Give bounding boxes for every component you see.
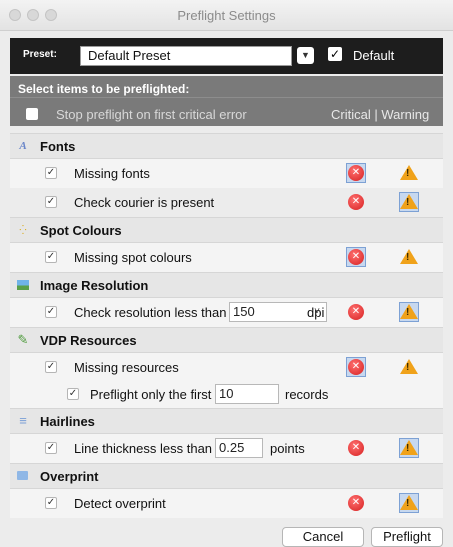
- list-item: ✓ Missing spot colours ✕ !: [10, 243, 443, 272]
- records-unit: records: [285, 387, 329, 402]
- first-records-checkbox[interactable]: ✓: [67, 388, 79, 400]
- records-input[interactable]: 10: [215, 384, 279, 404]
- points-unit: points: [270, 441, 305, 456]
- critical-warning-label: Critical | Warning: [331, 107, 430, 122]
- warning-button[interactable]: !: [399, 493, 419, 513]
- error-icon: ✕: [348, 440, 364, 456]
- warning-button[interactable]: !: [399, 302, 419, 322]
- error-icon: ✕: [348, 495, 364, 511]
- footer: Cancel Preflight: [10, 523, 443, 547]
- courier-label: Check courier is present: [74, 195, 215, 210]
- missing-fonts-checkbox[interactable]: ✓: [45, 167, 57, 179]
- font-icon: A: [19, 140, 27, 152]
- thickness-label: Line thickness less than: [74, 441, 213, 456]
- missing-resources-checkbox[interactable]: ✓: [45, 361, 57, 373]
- divider: [10, 97, 443, 98]
- error-icon: ✕: [348, 165, 364, 181]
- resolution-value: 150: [233, 304, 255, 319]
- resolution-label: Check resolution less than: [74, 305, 227, 320]
- missing-spot-checkbox[interactable]: ✓: [45, 251, 57, 263]
- warning-button[interactable]: !: [399, 192, 419, 212]
- error-icon: ✕: [348, 194, 364, 210]
- list-item: ✓ Preflight only the first 10 records: [10, 382, 443, 408]
- critical-button[interactable]: ✕: [346, 247, 366, 267]
- warning-icon: !: [400, 495, 418, 510]
- warning-button[interactable]: !: [399, 247, 419, 267]
- preset-label: Preset:: [23, 49, 57, 60]
- critical-button[interactable]: ✕: [346, 302, 366, 322]
- critical-button[interactable]: ✕: [346, 438, 366, 458]
- error-icon: ✕: [348, 249, 364, 265]
- thickness-checkbox[interactable]: ✓: [45, 442, 57, 454]
- section-hairlines: ≡ Hairlines: [10, 408, 443, 434]
- list-item: ✓ Line thickness less than 0.25 points ✕…: [10, 434, 443, 463]
- stop-on-error-checkbox[interactable]: [26, 108, 38, 120]
- section-fonts: A Fonts: [10, 133, 443, 159]
- courier-checkbox[interactable]: ✓: [45, 196, 57, 208]
- list-item: ✓ Missing resources ✕ !: [10, 353, 443, 382]
- warning-icon: !: [400, 165, 418, 180]
- warning-icon: !: [400, 359, 418, 374]
- preflight-items-list: A Fonts ✓ Missing fonts ✕ ! ✓ Check cour…: [10, 133, 443, 518]
- select-items-header: Select items to be preflighted: Stop pre…: [10, 76, 443, 126]
- section-overprint: Overprint: [10, 463, 443, 489]
- section-title: Hairlines: [40, 414, 95, 429]
- section-title: VDP Resources: [40, 333, 137, 348]
- title-bar: Preflight Settings: [0, 0, 453, 31]
- first-records-label: Preflight only the first: [90, 387, 212, 402]
- list-item: ✓ Check courier is present ✕ !: [10, 188, 443, 217]
- section-title: Fonts: [40, 139, 76, 154]
- section-vdp-resources: ✎ VDP Resources: [10, 327, 443, 353]
- chevron-down-icon[interactable]: ▼: [297, 47, 314, 64]
- critical-button[interactable]: ✕: [346, 192, 366, 212]
- critical-button[interactable]: ✕: [346, 357, 366, 377]
- warning-button[interactable]: !: [399, 357, 419, 377]
- image-icon: [17, 280, 29, 290]
- detect-overprint-checkbox[interactable]: ✓: [45, 497, 57, 509]
- section-title: Image Resolution: [40, 278, 149, 293]
- section-title: Overprint: [40, 469, 99, 484]
- preflight-button[interactable]: Preflight: [371, 527, 443, 547]
- default-label: Default: [353, 48, 395, 63]
- hairlines-icon: ≡: [19, 413, 27, 428]
- cancel-button[interactable]: Cancel: [282, 527, 364, 547]
- missing-spot-label: Missing spot colours: [74, 250, 192, 265]
- error-icon: ✕: [348, 359, 364, 375]
- list-item: ✓ Detect overprint ✕ !: [10, 489, 443, 518]
- overprint-icon: [17, 471, 28, 480]
- default-checkbox[interactable]: ✓: [328, 47, 342, 61]
- window-title: Preflight Settings: [177, 8, 276, 23]
- warning-icon: !: [400, 440, 418, 455]
- warning-button[interactable]: !: [399, 163, 419, 183]
- warning-button[interactable]: !: [399, 438, 419, 458]
- resolution-checkbox[interactable]: ✓: [45, 306, 57, 318]
- warning-icon: !: [400, 304, 418, 319]
- stop-on-error-label: Stop preflight on first critical error: [56, 107, 247, 122]
- detect-overprint-label: Detect overprint: [74, 496, 166, 511]
- error-icon: ✕: [348, 304, 364, 320]
- list-item: ✓ Missing fonts ✕ !: [10, 159, 443, 188]
- missing-resources-label: Missing resources: [74, 360, 179, 375]
- dpi-unit: dpi: [307, 305, 325, 320]
- missing-fonts-label: Missing fonts: [74, 166, 150, 181]
- preset-select[interactable]: Default Preset: [80, 46, 292, 66]
- warning-icon: !: [400, 249, 418, 264]
- section-spot-colours: ⁛ Spot Colours: [10, 217, 443, 243]
- list-item: ✓ Check resolution less than 150 ˅ dpi ✕…: [10, 298, 443, 327]
- critical-button[interactable]: ✕: [346, 163, 366, 183]
- section-image-resolution: Image Resolution: [10, 272, 443, 298]
- critical-button[interactable]: ✕: [346, 493, 366, 513]
- select-items-title: Select items to be preflighted:: [18, 82, 190, 96]
- spot-colours-icon: ⁛: [19, 225, 27, 235]
- warning-icon: !: [400, 194, 418, 209]
- preset-bar: Preset: Default Preset ▼ ✓ Default: [10, 38, 443, 74]
- vdp-icon: ✎: [17, 332, 29, 347]
- thickness-input[interactable]: 0.25: [215, 438, 263, 458]
- section-title: Spot Colours: [40, 223, 122, 238]
